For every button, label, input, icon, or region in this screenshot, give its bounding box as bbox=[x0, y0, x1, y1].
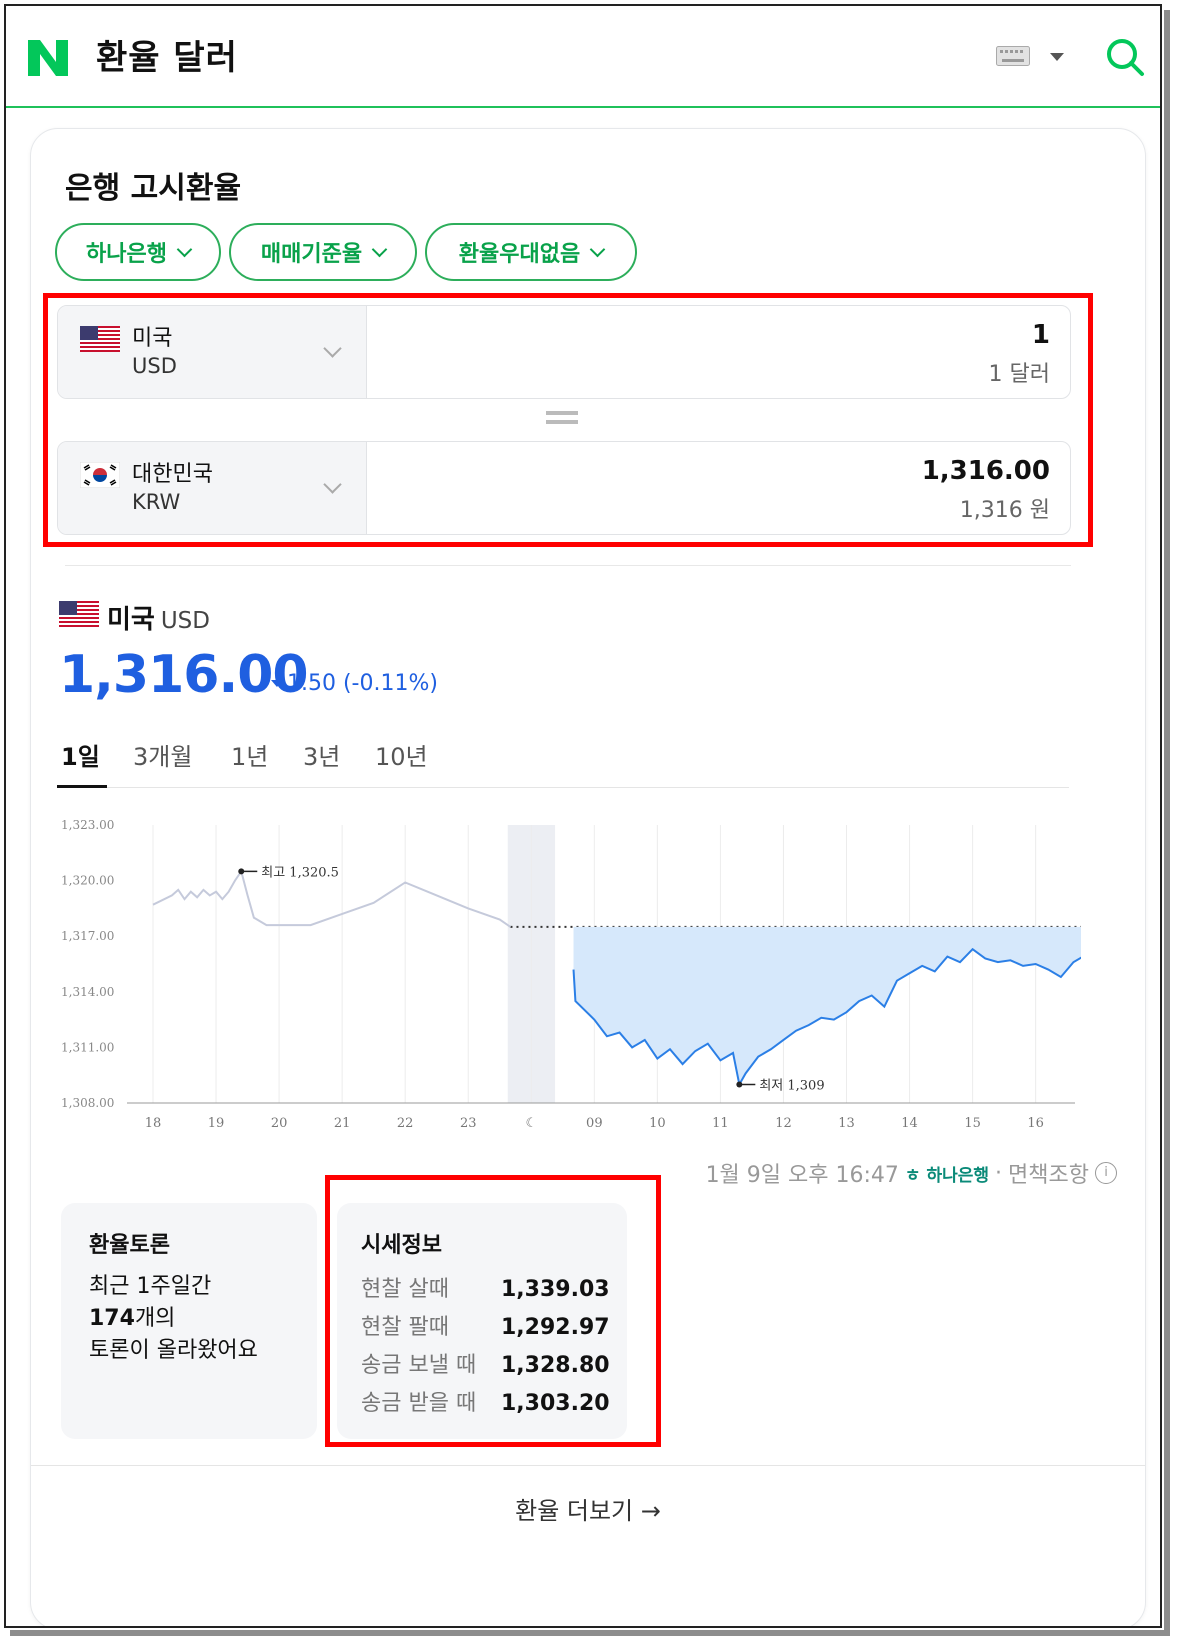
y-tick-label: 1,314.00 bbox=[61, 985, 114, 999]
divider bbox=[65, 565, 1071, 566]
hana-bank-logo: ㅎ 하나은행 bbox=[904, 1165, 990, 1186]
info-icon[interactable]: i bbox=[1095, 1162, 1117, 1184]
y-tick-label: 1,311.00 bbox=[61, 1040, 114, 1054]
search-icon[interactable] bbox=[1104, 36, 1146, 78]
korea-flag-icon bbox=[80, 462, 120, 488]
quote-country: 미국 bbox=[107, 605, 155, 635]
discussion-text: 최근 1주일간 174개의 토론이 올라왔어요 bbox=[89, 1271, 258, 1367]
to-amount-input[interactable]: 1,316.00 bbox=[922, 456, 1050, 486]
high-label: 최고 1,320.5 bbox=[261, 865, 339, 880]
discussion-line1: 최근 1주일간 bbox=[89, 1274, 212, 1299]
more-exchange-link[interactable]: 환율 더보기 → bbox=[31, 1491, 1145, 1526]
divider bbox=[31, 1465, 1145, 1466]
rate-type-filter-button[interactable]: 매매기준율 bbox=[229, 223, 417, 281]
y-tick-label: 1,323.00 bbox=[61, 818, 114, 832]
from-currency-selector[interactable]: 미국 USD bbox=[58, 306, 367, 398]
chevron-down-icon bbox=[371, 241, 388, 257]
to-amount-text: 1,316 원 bbox=[959, 498, 1050, 523]
tab-3m[interactable]: 3개월 bbox=[133, 737, 192, 772]
from-amount-text: 1 달러 bbox=[988, 362, 1050, 387]
y-tick-label: 1,320.00 bbox=[61, 874, 114, 888]
x-tick-label: 21 bbox=[334, 1116, 351, 1131]
x-tick-label: ☾ bbox=[525, 1116, 537, 1131]
equals-icon bbox=[546, 420, 578, 424]
to-currency-row: 대한민국 KRW 1,316.00 1,316 원 bbox=[57, 441, 1071, 535]
from-currency-row: 미국 USD 1 1 달러 bbox=[57, 305, 1071, 399]
tab-divider bbox=[57, 787, 1069, 788]
bank-filter-button[interactable]: 하나은행 bbox=[55, 223, 221, 281]
rate-change-value: 1.50 (-0.11%) bbox=[287, 671, 438, 696]
window-shadow bbox=[10, 1630, 1170, 1636]
low-label: 최저 1,309 bbox=[759, 1078, 824, 1093]
x-tick-label: 18 bbox=[145, 1116, 162, 1131]
discussion-card[interactable]: 환율토론 최근 1주일간 174개의 토론이 올라왔어요 bbox=[61, 1203, 317, 1439]
x-tick-label: 15 bbox=[964, 1116, 981, 1131]
window-shadow bbox=[1164, 10, 1170, 1632]
us-flag-icon bbox=[80, 326, 120, 352]
section-title: 은행 고시환율 bbox=[65, 171, 242, 206]
chart-timestamp: 1월 9일 오후 16:47 bbox=[705, 1163, 899, 1188]
x-tick-label: 09 bbox=[586, 1116, 603, 1131]
rate-type-filter-label: 매매기준율 bbox=[260, 242, 363, 267]
tab-1d[interactable]: 1일 bbox=[61, 737, 100, 772]
chevron-down-icon bbox=[323, 475, 342, 494]
exchange-rate-card: 은행 고시환율 하나은행 매매기준율 환율우대없음 미국 USD 1 1 달러 … bbox=[30, 128, 1146, 1626]
x-tick-label: 13 bbox=[838, 1116, 855, 1131]
discussion-count-suffix: 개의 bbox=[134, 1306, 176, 1331]
from-code: USD bbox=[132, 354, 177, 378]
tab-10y[interactable]: 10년 bbox=[375, 737, 428, 772]
caret-down-icon[interactable] bbox=[1050, 53, 1064, 61]
dot-separator: · bbox=[995, 1160, 1003, 1186]
bank-filter-label: 하나은행 bbox=[86, 242, 167, 267]
quote-code: USD bbox=[160, 608, 210, 634]
naver-logo[interactable] bbox=[26, 36, 70, 80]
us-flag-icon bbox=[59, 601, 99, 627]
preferential-filter-button[interactable]: 환율우대없음 bbox=[425, 223, 637, 281]
discussion-count: 174 bbox=[89, 1306, 135, 1331]
x-tick-label: 14 bbox=[901, 1116, 918, 1131]
x-tick-label: 11 bbox=[712, 1116, 729, 1131]
x-tick-label: 12 bbox=[775, 1116, 792, 1131]
discussion-line2: 174개의 bbox=[89, 1303, 258, 1335]
x-tick-label: 10 bbox=[649, 1116, 666, 1131]
x-tick-label: 20 bbox=[271, 1116, 288, 1131]
tab-1y[interactable]: 1년 bbox=[231, 737, 268, 772]
rate-chart[interactable]: 1,323.00 1,320.00 1,317.00 1,314.00 1,311.00… bbox=[51, 805, 1081, 1135]
discussion-title: 환율토론 bbox=[89, 1233, 170, 1258]
chevron-down-icon bbox=[323, 339, 342, 358]
equals-icon bbox=[546, 411, 578, 415]
quote-title: 미국 USD bbox=[107, 599, 210, 636]
y-tick-label: 1,317.00 bbox=[61, 929, 114, 943]
keyboard-icon[interactable] bbox=[996, 46, 1030, 66]
x-tick-label: 22 bbox=[397, 1116, 414, 1131]
search-header: 환율 달러 bbox=[6, 6, 1160, 108]
tab-active-indicator bbox=[57, 785, 107, 788]
to-country: 대한민국 bbox=[132, 462, 213, 487]
discussion-line3: 토론이 올라왔어요 bbox=[89, 1338, 258, 1363]
current-area bbox=[573, 926, 1081, 1085]
x-tick-label: 19 bbox=[208, 1116, 225, 1131]
highlight-box-market-info bbox=[325, 1175, 661, 1447]
search-query[interactable]: 환율 달러 bbox=[96, 30, 238, 79]
to-currency-selector[interactable]: 대한민국 KRW bbox=[58, 442, 367, 534]
chevron-down-icon bbox=[176, 241, 193, 257]
browser-frame: 환율 달러 은행 고시환율 하나은행 매매기준율 환율우대없음 미국 USD 1… bbox=[4, 4, 1162, 1628]
chevron-down-icon bbox=[589, 241, 606, 257]
to-code: KRW bbox=[132, 490, 181, 514]
rate-change: 1.50 (-0.11%) bbox=[271, 671, 438, 696]
chart-footer: 1월 9일 오후 16:47 ㅎ 하나은행 · 면책조항 i bbox=[706, 1157, 1117, 1189]
down-arrow-icon bbox=[271, 680, 283, 687]
y-tick-label: 1,308.00 bbox=[61, 1096, 114, 1110]
preferential-filter-label: 환율우대없음 bbox=[458, 242, 581, 267]
tab-3y[interactable]: 3년 bbox=[303, 737, 340, 772]
x-tick-label: 23 bbox=[460, 1116, 477, 1131]
disclaimer-link[interactable]: 면책조항 bbox=[1008, 1157, 1089, 1189]
from-country: 미국 bbox=[132, 326, 173, 351]
from-amount-input[interactable]: 1 bbox=[1032, 320, 1050, 350]
x-tick-label: 16 bbox=[1027, 1116, 1044, 1131]
